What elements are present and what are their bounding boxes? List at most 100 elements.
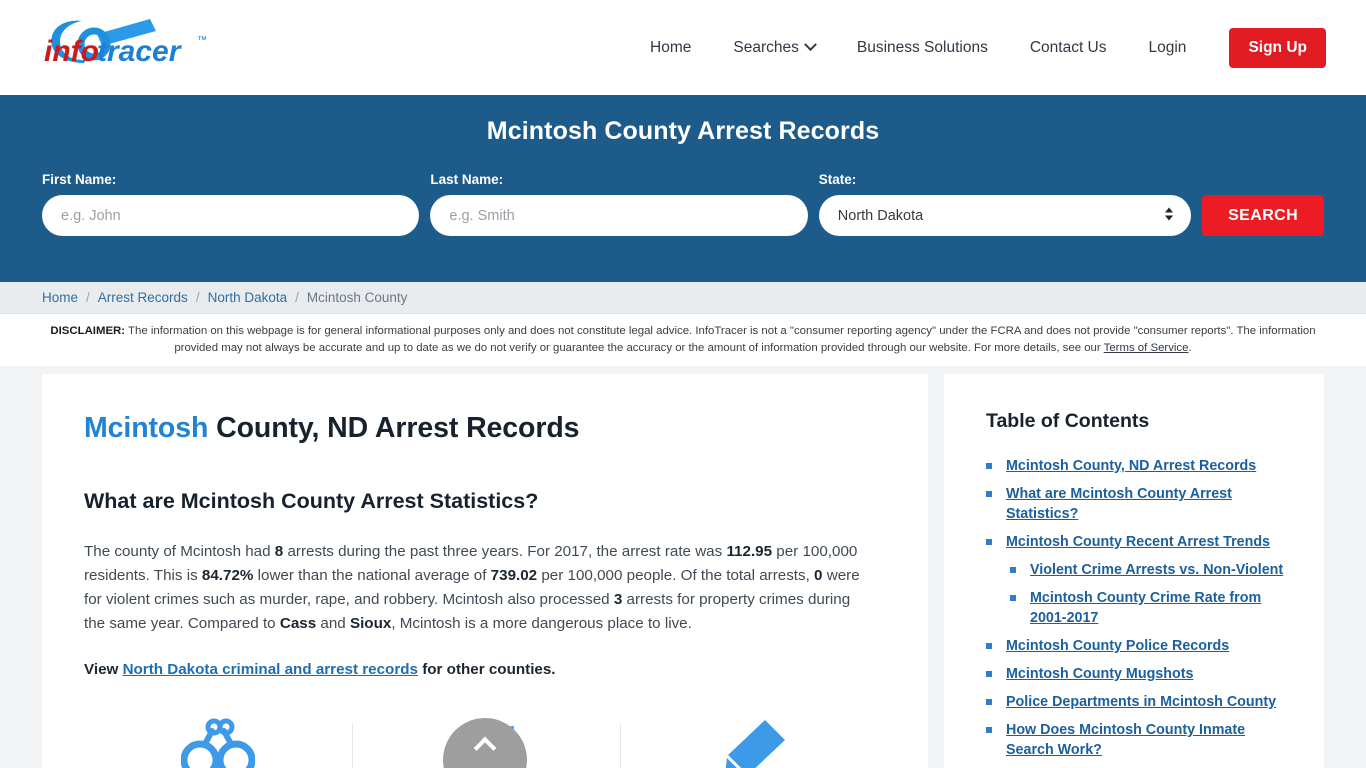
para-text: arrests during the past three years. For… (283, 543, 727, 560)
stat-violent-crimes: 0 (814, 567, 823, 584)
disclaimer-line-1: The information on this webpage is for g… (125, 325, 1131, 337)
view-other-counties-line: View North Dakota criminal and arrest re… (84, 661, 888, 678)
bullet-square-icon (1010, 595, 1016, 601)
first-name-field-group: First Name: (42, 172, 420, 236)
search-button[interactable]: SEARCH (1202, 195, 1324, 236)
chevron-down-icon (803, 38, 817, 52)
bullet-square-icon (986, 463, 992, 469)
main-navigation: Home Searches Business Solutions Contact… (629, 27, 1326, 68)
para-text: The county of Mcintosh had (84, 543, 275, 560)
para-text: per 100,000 people. Of the total arrests… (537, 567, 815, 584)
nav-item-login[interactable]: Login (1128, 39, 1208, 57)
toc-item[interactable]: Mcintosh County Police Records (986, 636, 1298, 656)
toc-link[interactable]: Mcintosh County Mugshots (1006, 664, 1193, 684)
toc-item[interactable]: Mcintosh County Crime Rate from 2001-201… (986, 588, 1298, 628)
toc-link[interactable]: Mcintosh County Police Records (1006, 636, 1229, 656)
sign-up-button[interactable]: Sign Up (1229, 27, 1326, 68)
toc-link[interactable]: How Does Mcintosh County Inmate Search W… (1006, 720, 1288, 760)
breadcrumb-item-home[interactable]: Home (42, 290, 78, 305)
compare-county-2: Sioux (349, 615, 392, 632)
toc-link[interactable]: Police Departments in Mcintosh County (1006, 692, 1276, 712)
toc-link[interactable]: Mcintosh County Crime Rate from 2001-201… (1030, 588, 1288, 628)
breadcrumb-separator: / (86, 290, 90, 305)
svg-text:info: info (44, 35, 99, 68)
main-content: Mcintosh County, ND Arrest Records What … (42, 374, 928, 768)
svg-text:™: ™ (197, 35, 207, 46)
marker-pen-icon (725, 720, 785, 768)
breadcrumb-item-north-dakota[interactable]: North Dakota (208, 290, 288, 305)
bullet-square-icon (986, 699, 992, 705)
nav-item-business-solutions[interactable]: Business Solutions (836, 39, 1009, 57)
toc-link[interactable]: Violent Crime Arrests vs. Non-Violent (1030, 560, 1283, 580)
first-name-input[interactable] (42, 195, 420, 236)
toc-list: Mcintosh County, ND Arrest Records What … (986, 456, 1298, 768)
toc-item[interactable]: Mcintosh County Recent Arrest Trends (986, 532, 1298, 552)
nav-label: Home (650, 38, 692, 56)
page-title-rest: County, ND Arrest Records (208, 412, 580, 444)
toc-item[interactable]: Police Departments in Mcintosh County (986, 692, 1298, 712)
bullet-square-icon (986, 491, 992, 497)
breadcrumb-separator: / (295, 290, 299, 305)
last-name-label: Last Name: (430, 172, 504, 187)
disclaimer-label: DISCLAIMER: (50, 325, 126, 337)
state-label: State: (818, 172, 857, 187)
para-text: , Mcintosh is a more dangerous place to … (391, 615, 692, 632)
para-text: lower than the national average of (253, 567, 491, 584)
site-header: info tracer ™ Home Searches Business Sol… (0, 0, 1366, 95)
toc-item[interactable]: Mcintosh County Mugshots (986, 664, 1298, 684)
infotracer-logo[interactable]: info tracer ™ (42, 12, 272, 84)
nav-label: Searches (733, 38, 799, 56)
nav-label: Contact Us (1029, 38, 1107, 56)
bullet-square-icon (986, 539, 992, 545)
para-text: and (316, 615, 350, 632)
search-form: First Name: Last Name: State: SEARCH (0, 172, 1366, 236)
last-name-field-group: Last Name: (430, 172, 808, 236)
nav-label: Business Solutions (856, 38, 988, 56)
nav-label: Login (1148, 38, 1187, 56)
stat-arrest-rate: 112.95 (726, 543, 773, 560)
stat-national-average: 739.02 (490, 567, 538, 584)
section-heading-arrest-statistics: What are Mcintosh County Arrest Statisti… (84, 489, 539, 513)
nav-item-searches[interactable]: Searches (712, 38, 835, 57)
hero-search-section: Mcintosh County Arrest Records First Nam… (0, 95, 1366, 282)
toc-item[interactable]: How Does Mcintosh County Inmate Search W… (986, 720, 1298, 760)
terms-of-service-link[interactable]: Terms of Service (1104, 342, 1189, 354)
svg-text:tracer: tracer (97, 35, 183, 68)
state-select[interactable] (818, 195, 1192, 236)
bullet-square-icon (986, 671, 992, 677)
page-title: Mcintosh County, ND Arrest Records (84, 412, 888, 445)
first-name-label: First Name: (42, 172, 117, 187)
breadcrumb-item-current: Mcintosh County (306, 290, 408, 305)
breadcrumb: Home / Arrest Records / North Dakota / M… (0, 282, 1366, 314)
chevron-up-icon (473, 736, 497, 760)
breadcrumb-item-arrest-records[interactable]: Arrest Records (98, 290, 188, 305)
disclaimer-period: . (1188, 341, 1192, 354)
toc-link[interactable]: Mcintosh County, ND Arrest Records (1006, 456, 1256, 476)
disclaimer-banner: DISCLAIMER: The information on this webp… (0, 314, 1366, 366)
state-select-wrapper (818, 195, 1192, 236)
toc-item[interactable]: Violent Crime Arrests vs. Non-Violent (986, 560, 1298, 580)
state-field-group: State: (818, 172, 1192, 236)
toc-title: Table of Contents (986, 410, 1150, 432)
toc-link[interactable]: Mcintosh County Recent Arrest Trends (1006, 532, 1270, 552)
toc-link[interactable]: What are Mcintosh County Arrest Statisti… (1006, 484, 1288, 524)
logo-icon: info tracer ™ (44, 18, 207, 68)
arrest-statistics-paragraph: The county of Mcintosh had 8 arrests dur… (84, 540, 874, 636)
toc-item[interactable]: What are Mcintosh County Arrest Statisti… (986, 484, 1298, 524)
last-name-input[interactable] (430, 195, 808, 236)
nav-item-home[interactable]: Home (629, 39, 712, 57)
compare-county-1: Cass (279, 615, 317, 632)
table-of-contents: Table of Contents Mcintosh County, ND Ar… (944, 374, 1324, 768)
view-suffix: for other counties. (417, 661, 556, 678)
breadcrumb-separator: / (195, 290, 200, 305)
page-title-highlight: Mcintosh (84, 412, 209, 444)
hero-title: Mcintosh County Arrest Records (486, 117, 880, 145)
toc-item[interactable]: Mcintosh County, ND Arrest Records (986, 456, 1298, 476)
icon-cell-marker-pen (620, 704, 888, 768)
nav-item-contact-us[interactable]: Contact Us (1009, 39, 1128, 57)
view-prefix: View (84, 661, 123, 678)
page-body: Mcintosh County, ND Arrest Records What … (0, 374, 1366, 768)
north-dakota-records-link[interactable]: North Dakota criminal and arrest records (123, 661, 418, 678)
icon-cell-handcuffs (84, 704, 352, 768)
stat-percent-lower: 84.72% (201, 567, 254, 584)
